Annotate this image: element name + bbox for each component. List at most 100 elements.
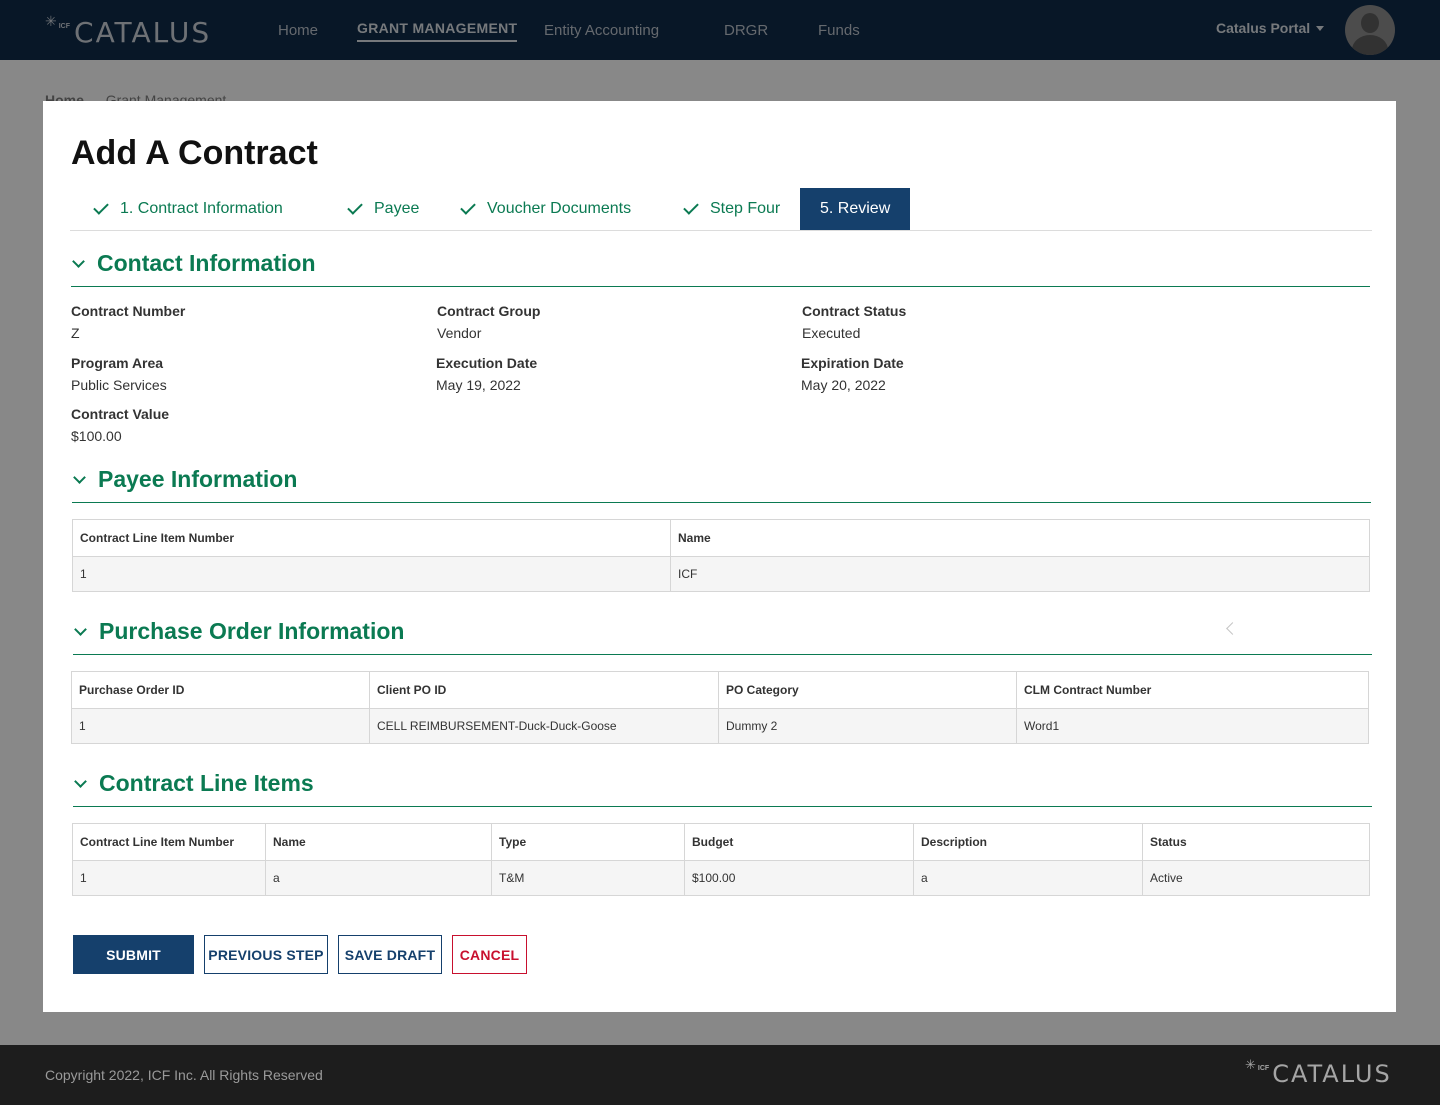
page-title: Add A Contract xyxy=(71,134,318,172)
purchase-order-information-header[interactable]: Purchase Order Information xyxy=(74,618,405,645)
column-header[interactable]: Contract Line Item Number xyxy=(72,519,671,557)
column-header[interactable]: CLM Contract Number xyxy=(1016,671,1369,709)
table-cell: T&M xyxy=(491,860,685,896)
footer-catalus-logo: ✳ ICF CATALUS xyxy=(1245,1057,1392,1091)
section-title: Payee Information xyxy=(98,466,298,492)
field-label: Program Area xyxy=(71,355,164,371)
previous-step-button[interactable]: PREVIOUS STEP xyxy=(204,935,328,974)
chevron-down-icon xyxy=(72,254,85,268)
purchase-order-table: Purchase Order ID Client PO ID PO Catego… xyxy=(71,671,1369,744)
table-row[interactable]: 1 a T&M $100.00 a Active xyxy=(72,860,1370,896)
copyright-text: Copyright 2022, ICF Inc. All Rights Rese… xyxy=(45,1067,323,1083)
field-value: $100.00 xyxy=(71,428,122,444)
field-label: Contract Value xyxy=(71,406,170,422)
column-header[interactable]: Name xyxy=(670,519,1370,557)
payee-table: Contract Line Item Number Name 1 ICF xyxy=(72,519,1370,592)
step-four[interactable]: Step Four xyxy=(683,188,781,230)
section-divider xyxy=(73,654,1372,655)
field-label: Contract Status xyxy=(802,303,907,319)
field-label: Execution Date xyxy=(436,355,538,371)
column-header[interactable]: Name xyxy=(265,823,492,861)
add-contract-modal: Add A Contract 1. Contract Information P… xyxy=(43,101,1396,1012)
top-navbar: ✳ ICF CATALUS Home GRANT MANAGEMENT Enti… xyxy=(0,0,1440,60)
table-row[interactable]: 1 ICF xyxy=(72,556,1370,592)
table-header-row: Contract Line Item Number Name xyxy=(72,519,1370,557)
step-label: Step Four xyxy=(710,200,781,217)
step-label: Voucher Documents xyxy=(487,200,632,217)
field-program-area: Program Area Public Services xyxy=(71,355,167,393)
table-cell: Dummy 2 xyxy=(718,708,1017,744)
field-contract-status: Contract Status Executed xyxy=(802,303,906,341)
column-header[interactable]: PO Category xyxy=(718,671,1017,709)
column-header[interactable]: Budget xyxy=(684,823,914,861)
field-execution-date: Execution Date May 19, 2022 xyxy=(436,355,537,393)
field-label: Contract Group xyxy=(437,303,541,319)
table-cell: Word1 xyxy=(1016,708,1369,744)
stepper: 1. Contract Information Payee Voucher Do… xyxy=(70,188,1372,231)
field-value: Z xyxy=(71,325,80,341)
table-cell: ICF xyxy=(670,556,1370,592)
column-header[interactable]: Client PO ID xyxy=(369,671,719,709)
submit-button[interactable]: SUBMIT xyxy=(73,935,194,974)
field-label: Expiration Date xyxy=(801,355,904,371)
line-items-table: Contract Line Item Number Name Type Budg… xyxy=(72,823,1370,896)
chevron-down-icon xyxy=(73,470,86,484)
section-title: Contact Information xyxy=(97,250,316,276)
chevron-down-icon xyxy=(74,774,87,788)
step-label: 5. Review xyxy=(820,200,891,217)
header-dim-overlay xyxy=(0,0,1440,60)
table-cell: 1 xyxy=(72,860,266,896)
table-cell: CELL REIMBURSEMENT-Duck-Duck-Goose xyxy=(369,708,719,744)
field-contract-group: Contract Group Vendor xyxy=(437,303,540,341)
logo-icf-text: ICF xyxy=(1257,1065,1270,1072)
table-cell: 1 xyxy=(72,556,671,592)
contract-line-items-header[interactable]: Contract Line Items xyxy=(74,770,314,797)
check-icon xyxy=(347,199,363,215)
save-draft-button[interactable]: SAVE DRAFT xyxy=(338,935,442,974)
column-header[interactable]: Purchase Order ID xyxy=(71,671,370,709)
step-voucher-documents[interactable]: Voucher Documents xyxy=(460,188,632,230)
cancel-button[interactable]: CANCEL xyxy=(452,935,527,974)
table-cell: 1 xyxy=(71,708,370,744)
column-header[interactable]: Description xyxy=(913,823,1143,861)
step-label: Payee xyxy=(374,200,420,217)
field-value: May 19, 2022 xyxy=(436,377,521,393)
field-value: Vendor xyxy=(437,325,482,341)
contact-information-header[interactable]: Contact Information xyxy=(72,250,316,277)
field-value: Public Services xyxy=(71,377,167,393)
payee-information-header[interactable]: Payee Information xyxy=(73,466,298,493)
table-cell: $100.00 xyxy=(684,860,914,896)
table-row[interactable]: 1 CELL REIMBURSEMENT-Duck-Duck-Goose Dum… xyxy=(71,708,1369,744)
step-contract-information[interactable]: 1. Contract Information xyxy=(93,188,283,230)
column-header[interactable]: Status xyxy=(1142,823,1370,861)
field-contract-value: Contract Value $100.00 xyxy=(71,406,169,444)
chevron-left-icon[interactable] xyxy=(1226,622,1239,635)
column-header[interactable]: Type xyxy=(491,823,685,861)
section-title: Purchase Order Information xyxy=(99,618,405,644)
step-label: 1. Contract Information xyxy=(120,200,283,217)
field-label: Contract Number xyxy=(71,303,186,319)
table-cell: Active xyxy=(1142,860,1370,896)
logo-wordmark: CATALUS xyxy=(1272,1060,1392,1088)
table-header-row: Purchase Order ID Client PO ID PO Catego… xyxy=(71,671,1369,709)
section-divider xyxy=(72,502,1371,503)
step-payee[interactable]: Payee xyxy=(347,188,420,230)
step-review[interactable]: 5. Review xyxy=(800,188,911,230)
check-icon xyxy=(93,199,109,215)
field-contract-number: Contract Number Z xyxy=(71,303,185,341)
footer: Copyright 2022, ICF Inc. All Rights Rese… xyxy=(0,1045,1440,1105)
table-header-row: Contract Line Item Number Name Type Budg… xyxy=(72,823,1370,861)
table-cell: a xyxy=(265,860,492,896)
check-icon xyxy=(683,199,699,215)
check-icon xyxy=(460,199,476,215)
field-value: Executed xyxy=(802,325,861,341)
section-divider xyxy=(71,286,1370,287)
table-cell: a xyxy=(913,860,1143,896)
column-header[interactable]: Contract Line Item Number xyxy=(72,823,266,861)
field-expiration-date: Expiration Date May 20, 2022 xyxy=(801,355,904,393)
section-divider xyxy=(73,806,1372,807)
section-title: Contract Line Items xyxy=(99,770,314,796)
spark-icon: ✳ xyxy=(1245,1057,1256,1072)
chevron-down-icon xyxy=(74,622,87,636)
field-value: May 20, 2022 xyxy=(801,377,886,393)
